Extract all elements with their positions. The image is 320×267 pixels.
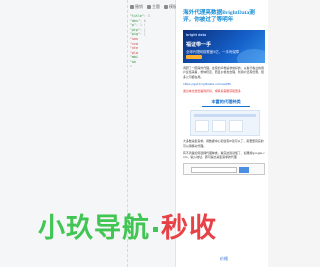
screenshot-header-bar [194,114,256,118]
undo-button[interactable]: 撤销 [130,4,143,10]
search-button-image [239,167,249,174]
watermark-text: 小玖导航 [38,213,150,244]
undo-icon [130,5,134,9]
discount-notice: 通过本文送您福利折扣，或联系客服获取更多 [183,89,241,94]
body-paragraph: 有不清楚如何选择代理种类，看完这篇就懂了，如果搜google.com，输入地址，… [183,150,265,160]
screenshot-card [195,120,209,133]
intro-paragraph: 调研了一圈海外代理，这家的声誉是非常好的，从各行各业的用户反馈来看，整体稳定，而… [183,66,264,79]
affiliate-link[interactable]: https://get.brightdata.com/ewt8h [183,82,265,86]
pricing-heading: 价格 [220,256,228,261]
theme-label: 主题 [152,4,160,9]
banner-subline: 全球代理网络覆盖5亿，一手有保障 [186,50,240,54]
template-icon [164,5,168,9]
promo-banner[interactable]: bright data 福证带一手 全球代理网络覆盖5亿，一手有保障 [183,30,265,63]
code-line: " [130,64,132,69]
undo-label: 撤销 [135,4,143,9]
watermark-red-tail: 收 [189,213,217,244]
body-paragraph: 大多数采集需求，用数据中心和住宅IP就可以了，需要更真实的可以用移动代理。 [183,139,264,148]
banner-decoration [237,49,265,63]
article-title: 海外代理亮数据BrightData测评，你被过了等明年 [183,10,255,23]
watermark-red-text: 秒 [161,213,189,244]
code-lines[interactable]: "title": 5 "des": 6 "p": 1 ( "ptp": [ "p… [130,14,176,69]
banner-headline: 福证带一手 [186,42,212,48]
screenshot-card [212,120,226,133]
search-screenshot [183,163,265,176]
product-screenshot [190,110,260,137]
editor-toolbar: 撤销 主题 模板 [130,2,180,12]
watermark-dot [153,227,158,232]
banner-cta-chip[interactable] [186,55,202,59]
theme-icon [147,5,151,9]
search-field-image [191,167,237,174]
theme-button[interactable]: 主题 [147,4,160,10]
screenshot-card [229,120,243,133]
brand-logo: bright data [186,33,207,37]
section-heading: 丰富的代理种类 [202,99,250,108]
site-watermark: 小玖导航 秒收 [38,206,217,245]
